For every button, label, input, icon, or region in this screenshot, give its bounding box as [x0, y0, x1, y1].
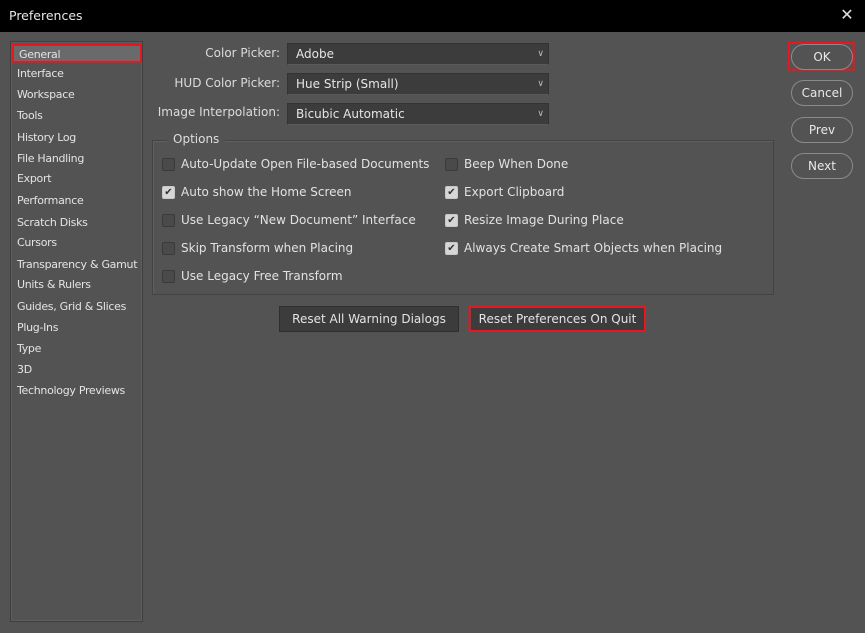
checkbox-label: Auto-Update Open File-based Documents: [181, 157, 430, 171]
color-picker-value: Adobe: [296, 47, 334, 61]
chevron-down-icon: ∨: [537, 109, 544, 119]
checkbox-label: Resize Image During Place: [464, 213, 624, 227]
sidebar-item-scratch-disks[interactable]: Scratch Disks: [17, 216, 88, 229]
checkbox-label: Auto show the Home Screen: [181, 185, 352, 199]
next-button[interactable]: Next: [791, 153, 853, 179]
check-icon: ✔: [445, 213, 458, 227]
auto-show-home-screen-checkbox[interactable]: ✔ Auto show the Home Screen: [162, 185, 352, 199]
window-title: Preferences: [9, 8, 83, 23]
skip-transform-checkbox[interactable]: Skip Transform when Placing: [162, 241, 353, 255]
checkbox-label: Export Clipboard: [464, 185, 565, 199]
checkbox-box: [162, 213, 175, 227]
checkbox-label: Skip Transform when Placing: [181, 241, 354, 255]
sidebar-item-3d[interactable]: 3D: [17, 363, 32, 376]
check-icon: ✔: [445, 241, 458, 255]
image-interpolation-value: Bicubic Automatic: [296, 107, 405, 121]
checkbox-label: Use Legacy Free Transform: [181, 269, 343, 283]
hud-color-picker-label: HUD Color Picker:: [174, 76, 280, 90]
sidebar-item-units-rulers[interactable]: Units & Rulers: [17, 278, 91, 291]
sidebar-item-file-handling[interactable]: File Handling: [17, 152, 84, 165]
check-icon: ✔: [162, 185, 175, 199]
sidebar: General Interface Workspace Tools Histor…: [10, 41, 143, 622]
sidebar-item-plug-ins[interactable]: Plug-Ins: [17, 321, 58, 334]
checkbox-box: [162, 269, 175, 283]
sidebar-item-history-log[interactable]: History Log: [17, 131, 76, 144]
image-interpolation-label: Image Interpolation:: [157, 105, 280, 119]
sidebar-item-guides-grid-slices[interactable]: Guides, Grid & Slices: [17, 300, 126, 313]
resize-image-during-place-checkbox[interactable]: ✔ Resize Image During Place: [445, 213, 624, 227]
hud-color-picker-value: Hue Strip (Small): [296, 77, 399, 91]
chevron-down-icon: ∨: [537, 49, 544, 59]
sidebar-item-performance[interactable]: Performance: [17, 194, 84, 207]
sidebar-item-technology-previews[interactable]: Technology Previews: [17, 384, 125, 397]
color-picker-select[interactable]: Adobe ∨: [287, 43, 549, 65]
checkbox-box: [445, 157, 458, 171]
sidebar-item-general[interactable]: General: [12, 44, 142, 63]
checkbox-label: Always Create Smart Objects when Placing: [464, 241, 723, 255]
hud-color-picker-select[interactable]: Hue Strip (Small) ∨: [287, 73, 549, 95]
chevron-down-icon: ∨: [537, 79, 544, 89]
reset-preferences-on-quit-button[interactable]: Reset Preferences On Quit: [469, 306, 646, 332]
check-icon: ✔: [445, 185, 458, 199]
close-icon[interactable]: ✕: [837, 5, 857, 25]
legacy-free-transform-checkbox[interactable]: Use Legacy Free Transform: [162, 269, 343, 283]
always-create-smart-objects-checkbox[interactable]: ✔ Always Create Smart Objects when Placi…: [445, 241, 722, 255]
auto-update-documents-checkbox[interactable]: Auto-Update Open File-based Documents: [162, 157, 429, 171]
checkbox-box: [162, 241, 175, 255]
sidebar-item-interface[interactable]: Interface: [17, 67, 64, 80]
checkbox-box: [162, 157, 175, 171]
beep-when-done-checkbox[interactable]: Beep When Done: [445, 157, 568, 171]
sidebar-item-export[interactable]: Export: [17, 172, 52, 185]
ok-button[interactable]: OK: [791, 44, 853, 70]
color-picker-label: Color Picker:: [205, 46, 280, 60]
sidebar-item-workspace[interactable]: Workspace: [17, 88, 75, 101]
options-group-title: Options: [167, 132, 226, 146]
checkbox-label: Use Legacy “New Document” Interface: [181, 213, 416, 227]
sidebar-item-tools[interactable]: Tools: [17, 109, 43, 122]
checkbox-label: Beep When Done: [464, 157, 569, 171]
cancel-button[interactable]: Cancel: [791, 80, 853, 106]
export-clipboard-checkbox[interactable]: ✔ Export Clipboard: [445, 185, 564, 199]
image-interpolation-select[interactable]: Bicubic Automatic ∨: [287, 103, 549, 125]
sidebar-item-cursors[interactable]: Cursors: [17, 236, 57, 249]
legacy-new-document-checkbox[interactable]: Use Legacy “New Document” Interface: [162, 213, 416, 227]
reset-all-warning-dialogs-button[interactable]: Reset All Warning Dialogs: [279, 306, 459, 332]
sidebar-item-type[interactable]: Type: [17, 342, 41, 355]
sidebar-item-transparency-gamut[interactable]: Transparency & Gamut: [17, 258, 138, 271]
title-bar: Preferences ✕: [0, 0, 865, 32]
prev-button[interactable]: Prev: [791, 117, 853, 143]
